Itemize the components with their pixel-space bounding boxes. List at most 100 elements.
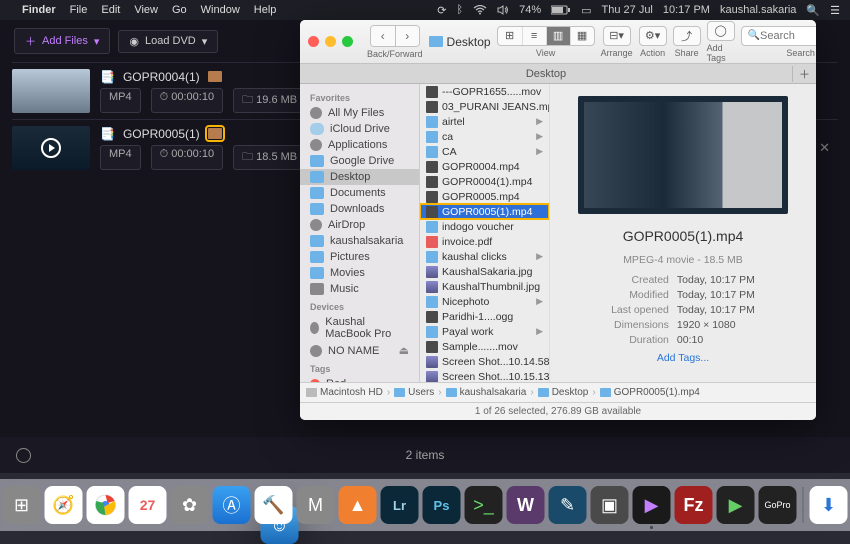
dock-launchpad[interactable]: ⊞ bbox=[3, 486, 41, 524]
file-row[interactable]: airtel▶ bbox=[420, 114, 549, 129]
file-row[interactable]: KaushalThumbnil.jpg bbox=[420, 279, 549, 294]
sidebar-item[interactable]: Google Drive bbox=[300, 153, 419, 169]
dock-sublime[interactable]: ▣ bbox=[591, 486, 629, 524]
sidebar-device[interactable]: Kaushal MacBook Pro bbox=[300, 314, 419, 342]
dock-terminal[interactable]: >_ bbox=[465, 486, 503, 524]
menu-app[interactable]: Finder bbox=[22, 4, 56, 16]
dock-player[interactable]: ▶ bbox=[717, 486, 755, 524]
dock-chrome[interactable] bbox=[87, 486, 125, 524]
wifi-icon[interactable] bbox=[473, 5, 487, 15]
file-row[interactable]: 03_PURANI JEANS.mp3 bbox=[420, 99, 549, 114]
volume-icon[interactable] bbox=[497, 5, 509, 15]
dock-photoshop[interactable]: Ps bbox=[423, 486, 461, 524]
dock-downloads[interactable]: ⬇ bbox=[810, 486, 848, 524]
arrange-button[interactable]: ⊟▾ bbox=[603, 26, 631, 46]
sidebar-item[interactable]: Desktop bbox=[300, 169, 419, 185]
load-dvd-button[interactable]: ◉Load DVD▾ bbox=[118, 30, 218, 53]
file-row[interactable]: GOPR0004(1).mp4 bbox=[420, 174, 549, 189]
action-button[interactable]: ⚙▾ bbox=[639, 26, 667, 46]
screen-mirror-icon[interactable]: ▭ bbox=[581, 4, 591, 17]
close-icon[interactable]: ✕ bbox=[819, 140, 830, 156]
file-row[interactable]: CA▶ bbox=[420, 144, 549, 159]
dock-app[interactable]: ✎ bbox=[549, 486, 587, 524]
file-row[interactable]: invoice.pdf bbox=[420, 234, 549, 249]
folder-icon[interactable] bbox=[208, 71, 222, 82]
menu-edit[interactable]: Edit bbox=[101, 4, 120, 16]
path-segment[interactable]: Users bbox=[394, 387, 434, 398]
clock-icon[interactable] bbox=[16, 448, 31, 463]
file-row[interactable]: GOPR0005(1).mp4 bbox=[420, 204, 549, 219]
sidebar-item[interactable]: Documents bbox=[300, 185, 419, 201]
add-files-button[interactable]: ＋Add Files▾ bbox=[14, 28, 110, 54]
gallery-view-icon[interactable]: ▦ bbox=[570, 27, 594, 45]
dock-safari[interactable]: 🧭 bbox=[45, 486, 83, 524]
bluetooth-icon[interactable]: ᛒ bbox=[456, 4, 463, 16]
icon-view-icon[interactable]: ⊞ bbox=[498, 27, 522, 45]
dock-calendar[interactable]: 27 bbox=[129, 486, 167, 524]
add-tags-link[interactable]: Add Tags... bbox=[657, 352, 709, 364]
spotlight-icon[interactable]: 🔍 bbox=[806, 4, 820, 17]
menu-file[interactable]: File bbox=[70, 4, 88, 16]
dock-gopro[interactable]: GoPro bbox=[759, 486, 797, 524]
menubar-user[interactable]: kaushal.sakaria bbox=[720, 4, 796, 16]
folder-icon[interactable] bbox=[208, 128, 222, 139]
file-row[interactable]: ca▶ bbox=[420, 129, 549, 144]
close-button[interactable] bbox=[308, 36, 319, 47]
menubar-date[interactable]: Thu 27 Jul bbox=[602, 4, 653, 16]
file-row[interactable]: kaushal clicks▶ bbox=[420, 249, 549, 264]
sidebar-item[interactable]: Movies bbox=[300, 265, 419, 281]
path-segment[interactable]: kaushalsakaria bbox=[446, 387, 527, 398]
forward-button[interactable]: › bbox=[395, 26, 419, 46]
search-input[interactable] bbox=[760, 30, 816, 42]
sidebar-item[interactable]: kaushalsakaria bbox=[300, 233, 419, 249]
dock-vlc[interactable]: ▲ bbox=[339, 486, 377, 524]
sidebar-item[interactable]: AirDrop bbox=[300, 217, 419, 233]
file-row[interactable]: Screen Shot...10.14.58 PM bbox=[420, 354, 549, 369]
list-view-icon[interactable]: ≡ bbox=[522, 27, 546, 45]
dock-appstore[interactable]: Ⓐ bbox=[213, 486, 251, 524]
sidebar-item[interactable]: iCloud Drive bbox=[300, 121, 419, 137]
new-tab-button[interactable]: ＋ bbox=[792, 66, 816, 82]
path-segment[interactable]: Desktop bbox=[538, 387, 589, 398]
menu-view[interactable]: View bbox=[134, 4, 158, 16]
play-icon[interactable] bbox=[41, 138, 61, 158]
dock-lightroom[interactable]: Lr bbox=[381, 486, 419, 524]
path-segment[interactable]: GOPR0005(1).mp4 bbox=[600, 387, 700, 398]
file-row[interactable]: Payal work▶ bbox=[420, 324, 549, 339]
tab-desktop[interactable]: Desktop bbox=[300, 68, 792, 80]
battery-pct[interactable]: 74% bbox=[519, 4, 541, 16]
sidebar-device[interactable]: NO NAME⏏ bbox=[300, 342, 419, 359]
dock-word[interactable]: W bbox=[507, 486, 545, 524]
sync-icon[interactable]: ⟳ bbox=[437, 4, 446, 17]
view-switcher[interactable]: ⊞ ≡ ▥ ▦ bbox=[497, 26, 595, 46]
menu-window[interactable]: Window bbox=[201, 4, 240, 16]
share-button[interactable]: ⤴ bbox=[673, 26, 701, 46]
notifications-icon[interactable]: ☰ bbox=[830, 4, 840, 17]
column-view-icon[interactable]: ▥ bbox=[546, 27, 570, 45]
back-button[interactable]: ‹ bbox=[371, 26, 395, 46]
dock-photos[interactable]: ✿ bbox=[171, 486, 209, 524]
file-row[interactable]: Nicephoto▶ bbox=[420, 294, 549, 309]
minimize-button[interactable] bbox=[325, 36, 336, 47]
search-field[interactable]: 🔍 bbox=[741, 26, 816, 46]
dock-converter[interactable]: ▶ bbox=[633, 486, 671, 524]
dock-xcode[interactable]: 🔨 bbox=[255, 486, 293, 524]
battery-icon[interactable] bbox=[551, 5, 571, 15]
menu-help[interactable]: Help bbox=[254, 4, 277, 16]
file-row[interactable]: ---GOPR1655.....mov bbox=[420, 84, 549, 99]
file-row[interactable]: GOPR0004.mp4 bbox=[420, 159, 549, 174]
tags-button[interactable]: ◯ bbox=[707, 21, 735, 41]
sidebar-item[interactable]: Music bbox=[300, 281, 419, 297]
path-segment[interactable]: Macintosh HD bbox=[306, 387, 383, 398]
dock-mamp[interactable]: M bbox=[297, 486, 335, 524]
sidebar-item[interactable]: Downloads bbox=[300, 201, 419, 217]
file-row[interactable]: Paridhi-1....ogg bbox=[420, 309, 549, 324]
sidebar-item[interactable]: All My Files bbox=[300, 105, 419, 121]
file-row[interactable]: indogo voucher bbox=[420, 219, 549, 234]
menu-go[interactable]: Go bbox=[172, 4, 187, 16]
sidebar-item[interactable]: Applications bbox=[300, 137, 419, 153]
dock-filezilla[interactable]: Fz bbox=[675, 486, 713, 524]
sidebar-item[interactable]: Pictures bbox=[300, 249, 419, 265]
menubar-time[interactable]: 10:17 PM bbox=[663, 4, 710, 16]
file-row[interactable]: Screen Shot...10.15.13 PM bbox=[420, 369, 549, 382]
